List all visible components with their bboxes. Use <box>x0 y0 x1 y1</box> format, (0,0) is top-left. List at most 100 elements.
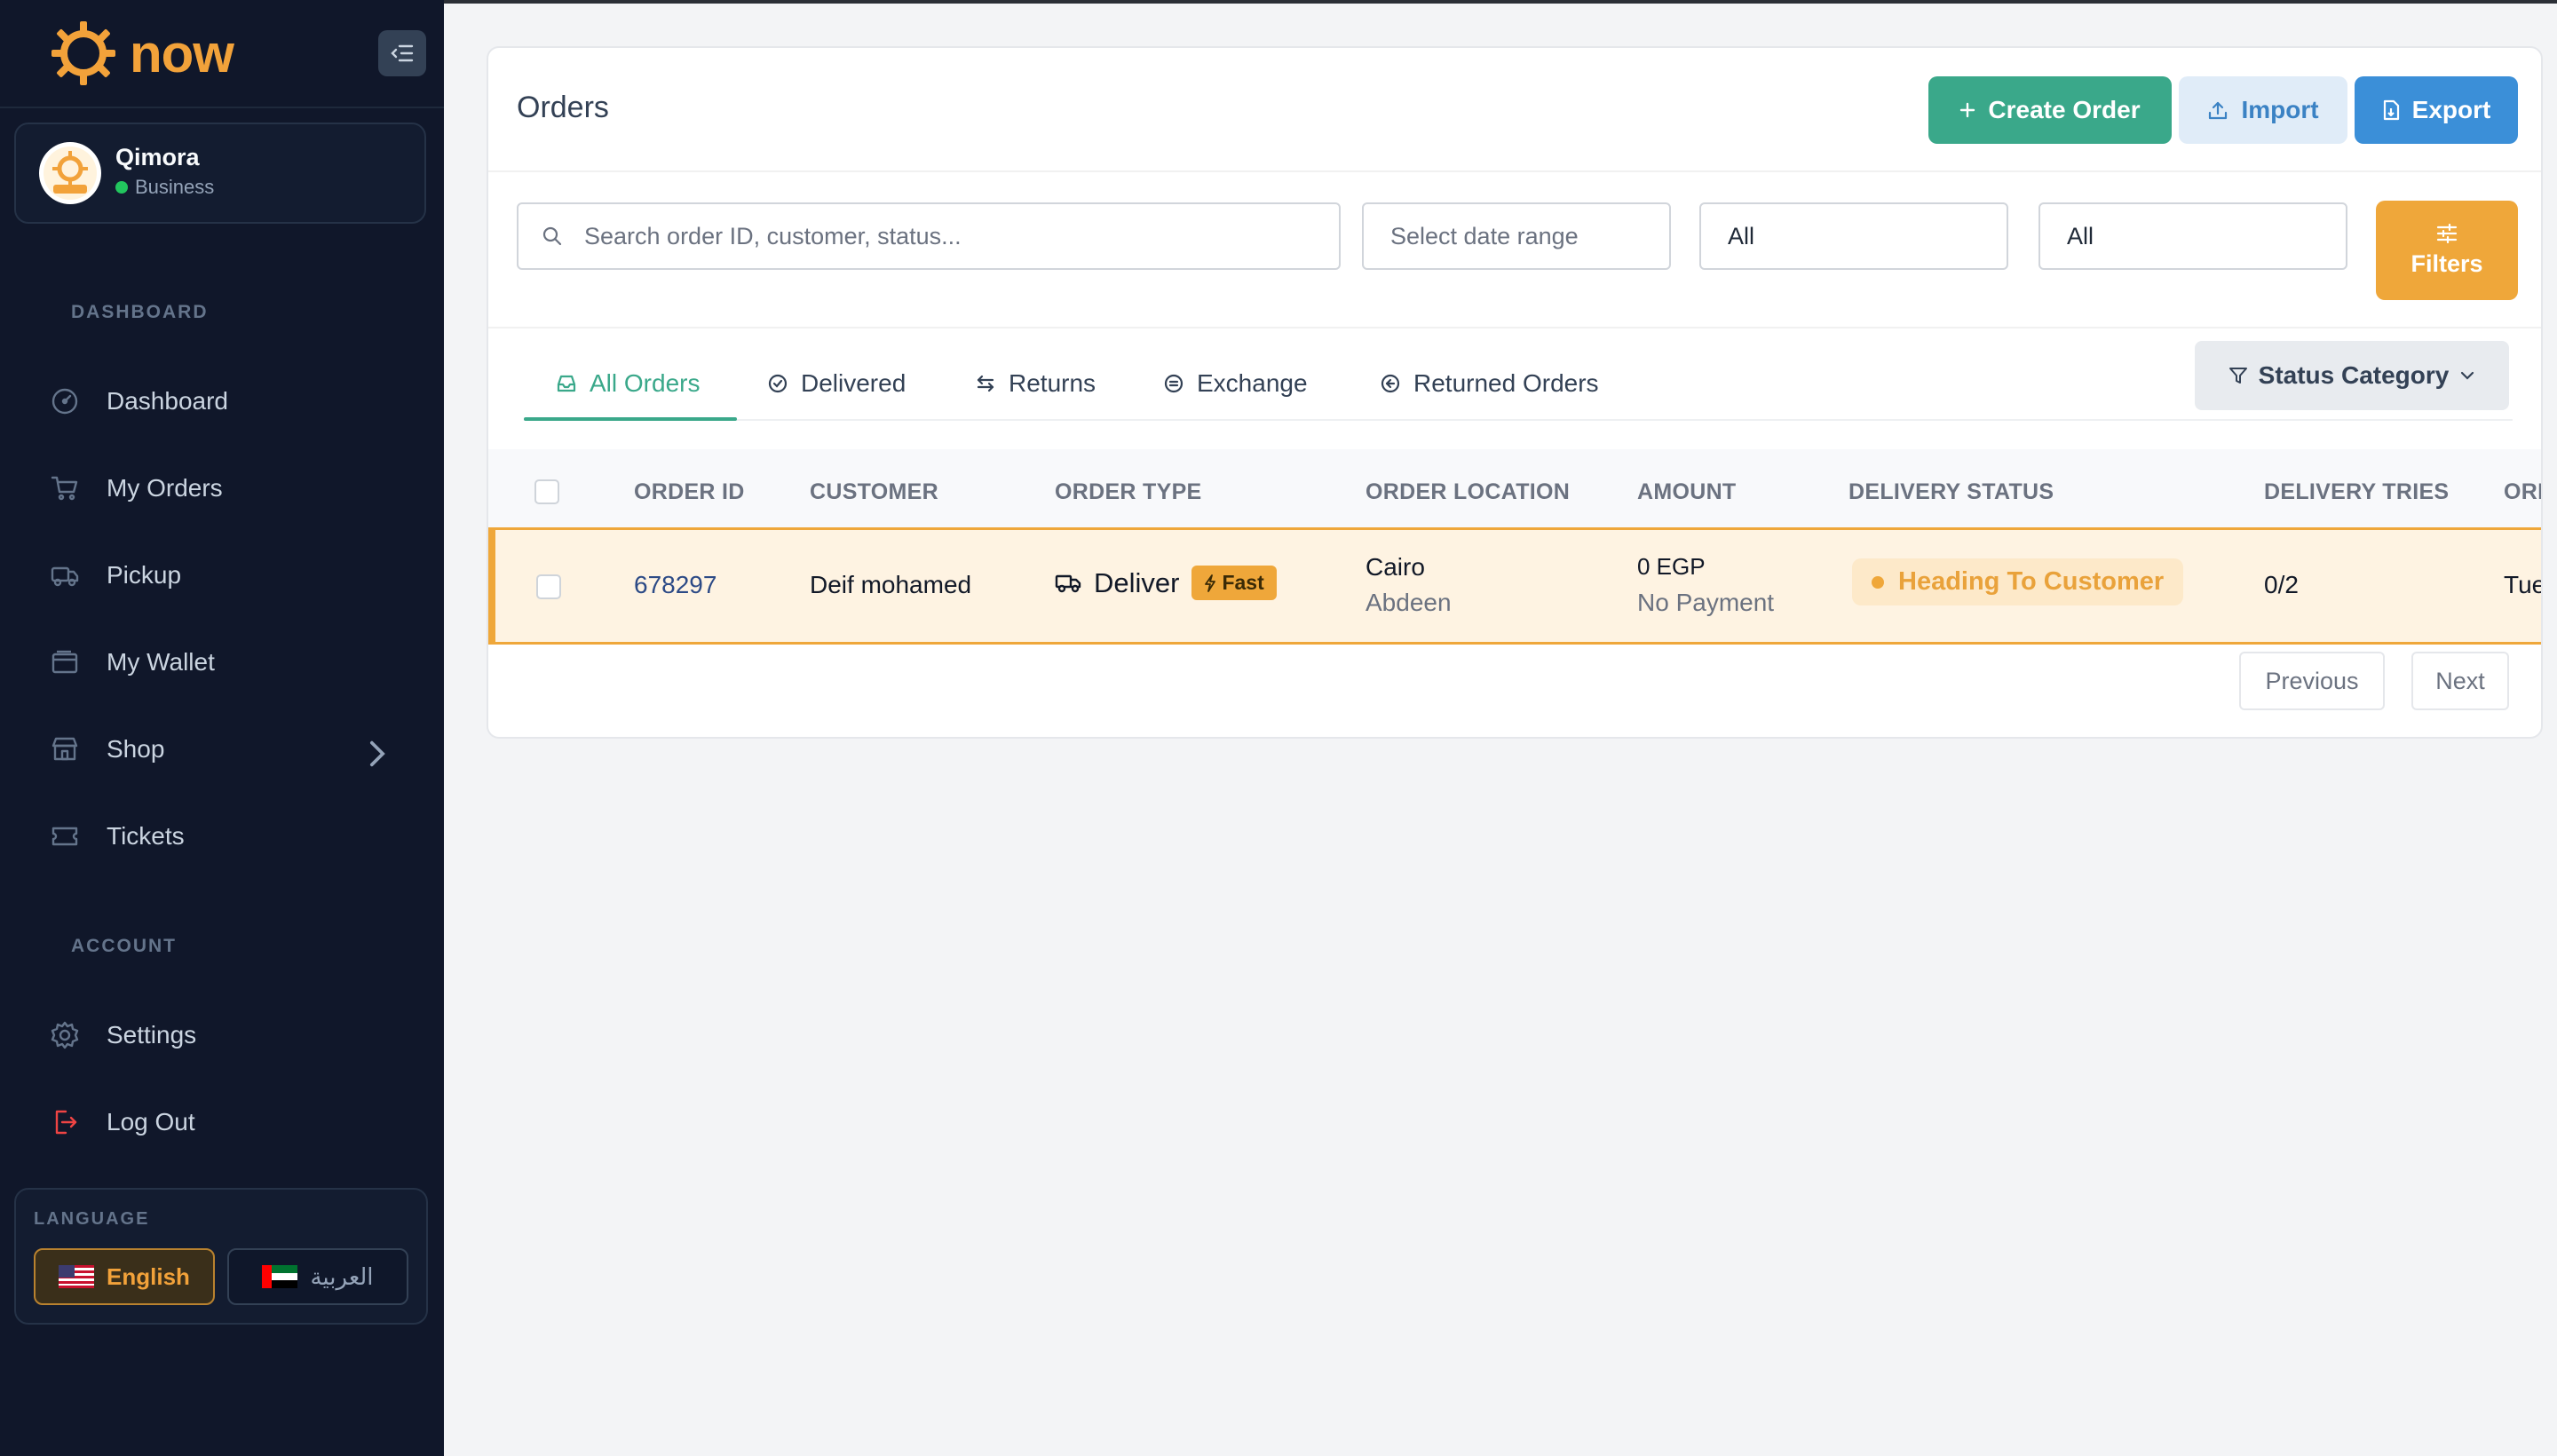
table-row[interactable]: 678297 Deif mohamed Deliver Fast Cairo A… <box>488 527 2543 645</box>
order-id-link[interactable]: 678297 <box>634 571 716 599</box>
filter-divider <box>488 327 2541 328</box>
swap-arrows-icon <box>977 375 994 392</box>
tab-delivered[interactable]: Delivered <box>767 357 906 410</box>
column-header[interactable]: AMOUNT <box>1637 479 1737 505</box>
filter-select-2[interactable]: All <box>2038 202 2347 270</box>
sidebar-divider <box>0 107 444 108</box>
sidebar-item-dashboard[interactable]: Dashboard <box>50 373 405 430</box>
sidebar-item-tickets[interactable]: Tickets <box>50 808 405 865</box>
sidebar-item-label: Settings <box>107 1021 197 1048</box>
tab-label: Returned Orders <box>1413 369 1599 397</box>
tab-label: Delivered <box>801 369 906 397</box>
sun-logo-icon <box>51 21 115 85</box>
logout-icon <box>55 1110 77 1135</box>
tab-returned-orders[interactable]: Returned Orders <box>1380 357 1599 410</box>
import-button[interactable]: Import <box>2179 76 2347 144</box>
tabs-baseline <box>524 419 2513 421</box>
create-order-button[interactable]: Create Order <box>1928 76 2172 144</box>
column-header[interactable]: ORDER TYPE <box>1055 479 1202 505</box>
account-type: Business <box>115 176 214 199</box>
store-icon <box>51 737 78 761</box>
account-card[interactable]: Qimora Business <box>14 123 426 224</box>
row-checkbox[interactable] <box>536 574 561 599</box>
return-circle-icon <box>1381 374 1400 393</box>
chevron-down-icon <box>2461 371 2474 380</box>
tab-returns[interactable]: Returns <box>975 357 1096 410</box>
sidebar-item-log-out[interactable]: Log Out <box>50 1094 405 1151</box>
delivery-status-label: Heading To Customer <box>1898 567 2165 596</box>
exchange-circle-icon <box>1164 374 1184 393</box>
location-area: Abdeen <box>1366 589 1452 616</box>
upload-icon <box>2209 101 2228 120</box>
uae-flag-icon <box>262 1265 298 1288</box>
previous-page-button[interactable]: Previous <box>2239 652 2385 710</box>
row-highlight-bar <box>488 530 495 642</box>
section-label-account: ACCOUNT <box>71 936 177 956</box>
language-english-button[interactable]: English <box>34 1248 215 1305</box>
tab-all-orders[interactable]: All Orders <box>556 357 700 410</box>
tab-exchange[interactable]: Exchange <box>1163 357 1308 410</box>
plus-icon <box>1960 102 1975 118</box>
brand-logo[interactable]: now <box>50 21 234 85</box>
filter-select-2-value: All <box>2067 222 2094 249</box>
gauge-icon <box>51 388 78 415</box>
sidebar-item-my-wallet[interactable]: My Wallet <box>50 634 405 691</box>
order-date-partial: Tue <box>2504 571 2543 598</box>
search-input[interactable]: Search order ID, customer, status... <box>517 202 1341 270</box>
sidebar-item-label: Shop <box>107 735 165 763</box>
column-header[interactable]: ORI <box>2504 479 2541 505</box>
status-category-dropdown[interactable]: Status Category <box>2195 341 2509 410</box>
sidebar-item-my-orders[interactable]: My Orders <box>50 460 405 517</box>
section-label-dashboard: DASHBOARD <box>71 302 209 322</box>
location-city: Cairo <box>1366 553 1425 581</box>
export-label: Export <box>2411 96 2491 123</box>
column-header[interactable]: DELIVERY TRIES <box>2264 479 2449 505</box>
tab-label: All Orders <box>590 369 701 397</box>
language-label: LANGUAGE <box>34 1209 150 1229</box>
column-header[interactable]: ORDER ID <box>634 479 745 505</box>
check-circle-icon <box>768 374 788 393</box>
account-name: Qimora <box>115 144 200 170</box>
sidebar-item-pickup[interactable]: Pickup <box>50 547 405 604</box>
filter-select-1[interactable]: All <box>1699 202 2008 270</box>
delivery-tries: 0/2 <box>2264 571 2299 598</box>
order-type: Deliver Fast <box>1055 566 1277 600</box>
sidebar: now Qimora Business DASHBOARD Dashboard … <box>0 0 444 1456</box>
column-header[interactable]: DELIVERY STATUS <box>1848 479 2054 505</box>
import-label: Import <box>2241 96 2319 123</box>
date-range-picker[interactable]: Select date range <box>1362 202 1671 270</box>
tab-label: Exchange <box>1197 369 1308 397</box>
next-page-button[interactable]: Next <box>2411 652 2509 710</box>
account-type-label: Business <box>135 176 215 198</box>
sidebar-item-label: Tickets <box>107 822 185 850</box>
avatar <box>39 142 101 204</box>
filters-button[interactable]: Filters <box>2376 201 2518 300</box>
inbox-icon <box>557 375 576 392</box>
search-placeholder: Search order ID, customer, status... <box>584 222 962 249</box>
file-export-icon <box>2383 99 2399 121</box>
cart-icon <box>51 476 78 501</box>
sidebar-collapse-button[interactable] <box>378 30 426 76</box>
sidebar-item-label: Dashboard <box>107 387 228 415</box>
truck-icon <box>1055 574 1081 592</box>
create-order-label: Create Order <box>1988 96 2141 123</box>
column-header[interactable]: ORDER LOCATION <box>1366 479 1570 505</box>
truck-icon <box>51 566 79 587</box>
status-category-label: Status Category <box>2258 361 2450 389</box>
sliders-icon <box>2436 223 2458 243</box>
export-button[interactable]: Export <box>2355 76 2518 144</box>
lightning-icon <box>1205 574 1216 592</box>
us-flag-icon <box>59 1265 95 1288</box>
orders-card: Orders Create Order Import Export Search… <box>487 46 2543 739</box>
sidebar-item-label: Pickup <box>107 561 182 589</box>
search-icon <box>542 226 562 246</box>
funnel-icon <box>2228 368 2247 384</box>
column-header[interactable]: CUSTOMER <box>810 479 938 505</box>
chevron-right-icon <box>369 740 385 767</box>
select-all-checkbox[interactable] <box>534 479 559 504</box>
sidebar-item-settings[interactable]: Settings <box>50 1007 405 1064</box>
gear-icon <box>51 1021 79 1049</box>
sidebar-item-shop[interactable]: Shop <box>50 721 405 778</box>
language-switcher: LANGUAGE English العربية <box>14 1188 428 1325</box>
language-arabic-button[interactable]: العربية <box>227 1248 408 1305</box>
